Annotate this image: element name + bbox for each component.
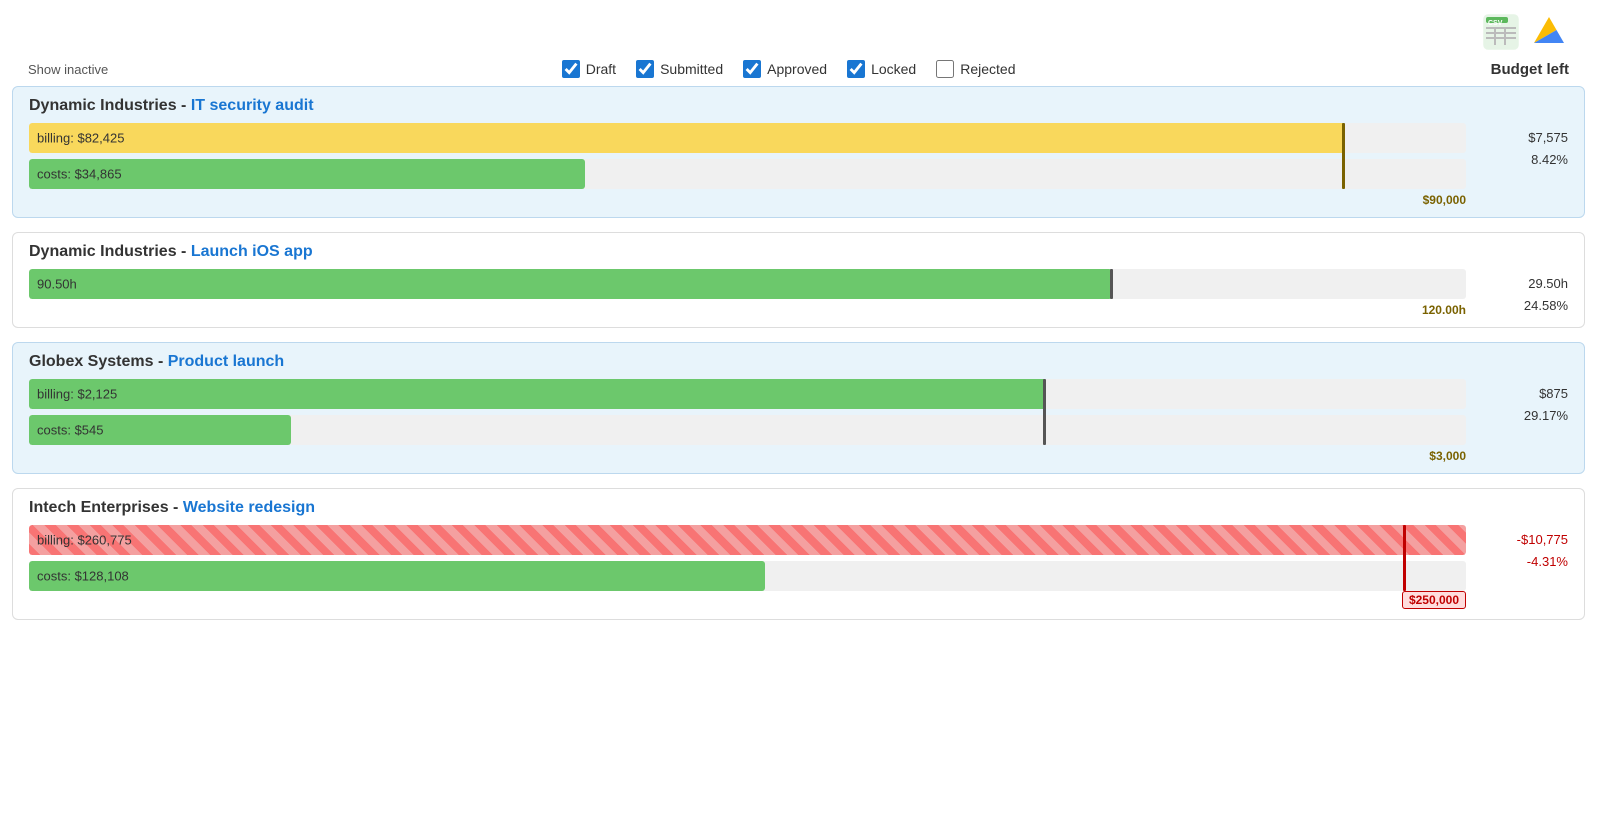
project-side-2: 29.50h 24.58% — [1478, 269, 1568, 319]
project-bars-3: billing: $2,125 costs: $545 $3,000 — [29, 379, 1466, 465]
project-header-4: Intech Enterprises - Website redesign — [13, 489, 1584, 525]
billing-label-4: billing: $260,775 — [37, 533, 132, 548]
costs-label-1: costs: $34,865 — [37, 167, 122, 182]
budget-left-pct-2: 24.58% — [1478, 295, 1568, 317]
client-name-1: Dynamic Industries - — [29, 97, 191, 114]
filter-locked-checkbox[interactable] — [847, 60, 865, 78]
hours-bar-2: 90.50h — [29, 269, 1466, 299]
filter-rejected-label: Rejected — [960, 61, 1015, 77]
budget-left-pct-3: 29.17% — [1478, 405, 1568, 427]
project-header-2: Dynamic Industries - Launch iOS app — [13, 233, 1584, 269]
project-bars-4: billing: $260,775 costs: $128,108 $250,0… — [29, 525, 1466, 611]
billing-label-3: billing: $2,125 — [37, 387, 117, 402]
filter-draft-label: Draft — [586, 61, 616, 77]
costs-bar-4: costs: $128,108 — [29, 561, 1466, 591]
filter-rejected[interactable]: Rejected — [936, 60, 1015, 78]
project-side-3: $875 29.17% — [1478, 379, 1568, 465]
project-link-3[interactable]: Product launch — [168, 353, 284, 370]
billing-bar-3: billing: $2,125 — [29, 379, 1466, 409]
project-bars-2: 90.50h 120.00h — [29, 269, 1466, 319]
project-card-1: Dynamic Industries - IT security audit b… — [12, 86, 1585, 218]
top-bar: CSV — [12, 4, 1585, 56]
budget-total-1: $90,000 — [1423, 193, 1466, 207]
filter-submitted-label: Submitted — [660, 61, 723, 77]
project-card-4: Intech Enterprises - Website redesign bi… — [12, 488, 1585, 620]
show-inactive-label: Show inactive — [28, 62, 108, 77]
budget-left-amount-1: $7,575 — [1478, 127, 1568, 149]
budget-marker-2 — [1110, 269, 1113, 299]
svg-text:CSV: CSV — [1488, 20, 1503, 27]
google-drive-button[interactable] — [1529, 12, 1569, 52]
hours-label-2: 90.50h — [37, 277, 77, 292]
costs-bar-3: costs: $545 — [29, 415, 1466, 445]
project-link-4[interactable]: Website redesign — [183, 499, 315, 516]
project-link-1[interactable]: IT security audit — [191, 97, 314, 114]
filter-locked-label: Locked — [871, 61, 916, 77]
budget-left-header: Budget left — [1469, 61, 1569, 78]
filter-submitted-checkbox[interactable] — [636, 60, 654, 78]
budget-left-pct-4: -4.31% — [1478, 551, 1568, 573]
filter-options: Draft Submitted Approved Locked Rejected — [108, 60, 1469, 78]
billing-bar-4: billing: $260,775 — [29, 525, 1466, 555]
project-header-1: Dynamic Industries - IT security audit — [13, 87, 1584, 123]
project-content-4: billing: $260,775 costs: $128,108 $250,0… — [13, 525, 1584, 619]
project-content-2: 90.50h 120.00h 29.50h 24.58% — [13, 269, 1584, 327]
project-content-1: billing: $82,425 costs: $34,865 $90,000 … — [13, 123, 1584, 217]
filter-draft-checkbox[interactable] — [562, 60, 580, 78]
budget-marker-1 — [1342, 123, 1345, 189]
filter-draft[interactable]: Draft — [562, 60, 616, 78]
csv-export-button[interactable]: CSV — [1481, 12, 1521, 52]
budget-left-pct-1: 8.42% — [1478, 149, 1568, 171]
filter-approved[interactable]: Approved — [743, 60, 827, 78]
costs-label-3: costs: $545 — [37, 423, 104, 438]
project-content-3: billing: $2,125 costs: $545 $3,000 $875 … — [13, 379, 1584, 473]
billing-bar-1: billing: $82,425 — [29, 123, 1466, 153]
budget-left-amount-2: 29.50h — [1478, 273, 1568, 295]
budget-marker-4 — [1403, 525, 1406, 591]
project-side-4: -$10,775 -4.31% — [1478, 525, 1568, 611]
project-card-3: Globex Systems - Product launch billing:… — [12, 342, 1585, 474]
filter-approved-checkbox[interactable] — [743, 60, 761, 78]
budget-marker-3 — [1043, 379, 1046, 445]
project-link-2[interactable]: Launch iOS app — [191, 243, 313, 260]
costs-label-4: costs: $128,108 — [37, 569, 129, 584]
budget-total-3: $3,000 — [1429, 449, 1466, 463]
filter-submitted[interactable]: Submitted — [636, 60, 723, 78]
client-name-2: Dynamic Industries - — [29, 243, 191, 260]
client-name-3: Globex Systems - — [29, 353, 168, 370]
budget-left-amount-3: $875 — [1478, 383, 1568, 405]
project-card-2: Dynamic Industries - Launch iOS app 90.5… — [12, 232, 1585, 328]
project-header-3: Globex Systems - Product launch — [13, 343, 1584, 379]
client-name-4: Intech Enterprises - — [29, 499, 183, 516]
project-side-1: $7,575 8.42% — [1478, 123, 1568, 209]
filter-approved-label: Approved — [767, 61, 827, 77]
budget-total-4: $250,000 — [1402, 591, 1466, 609]
filter-bar: Show inactive Draft Submitted Approved L… — [12, 56, 1585, 86]
project-bars-1: billing: $82,425 costs: $34,865 $90,000 — [29, 123, 1466, 209]
budget-left-amount-4: -$10,775 — [1478, 529, 1568, 551]
budget-total-2: 120.00h — [1422, 303, 1466, 317]
costs-bar-1: costs: $34,865 — [29, 159, 1466, 189]
billing-label-1: billing: $82,425 — [37, 131, 124, 146]
filter-locked[interactable]: Locked — [847, 60, 916, 78]
filter-rejected-checkbox[interactable] — [936, 60, 954, 78]
